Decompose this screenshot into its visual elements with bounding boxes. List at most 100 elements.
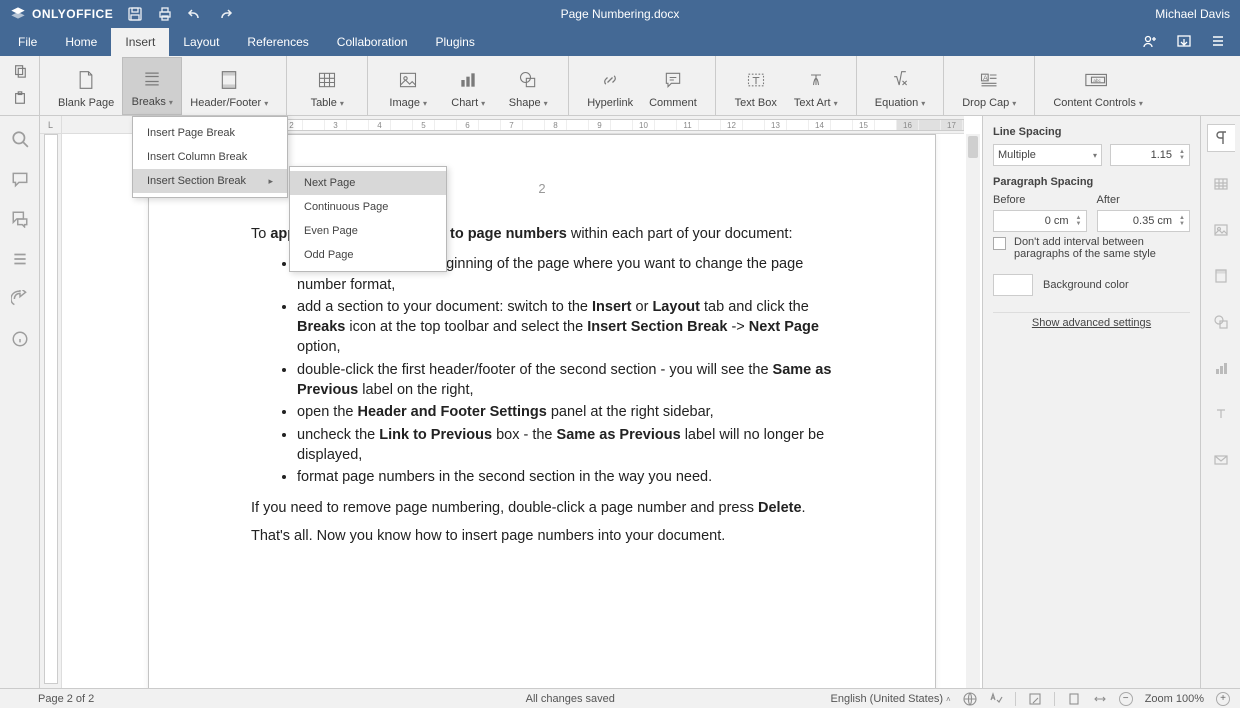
svg-text:A: A xyxy=(983,75,988,82)
blank-page-button[interactable]: Blank Page xyxy=(50,57,122,115)
drop-cap-button[interactable]: A Drop Cap▾ xyxy=(954,57,1024,115)
about-icon[interactable] xyxy=(11,330,29,348)
document-canvas[interactable]: 2 To apply different formatting to page … xyxy=(62,134,982,688)
insert-section-break-item[interactable]: Insert Section Break▸ xyxy=(133,169,287,193)
undo-icon[interactable] xyxy=(187,6,203,22)
zoom-level[interactable]: Zoom 100% xyxy=(1145,693,1204,705)
share-icon[interactable] xyxy=(1142,33,1158,52)
breaks-button[interactable]: Breaks▾ xyxy=(122,57,182,115)
scrollbar-thumb[interactable] xyxy=(968,136,978,158)
paragraph-settings-tab[interactable] xyxy=(1207,124,1235,152)
equation-button[interactable]: Equation▾ xyxy=(867,57,933,115)
page-content[interactable]: To apply different formatting to page nu… xyxy=(149,196,935,546)
section-break-submenu: Next Page Continuous Page Even Page Odd … xyxy=(289,166,447,272)
chart-settings-tab[interactable] xyxy=(1207,354,1235,382)
tab-plugins[interactable]: Plugins xyxy=(422,28,489,56)
table-settings-tab[interactable] xyxy=(1207,170,1235,198)
insert-ribbon: Blank Page Breaks▾ Header/Footer▾ Table▾… xyxy=(0,56,1240,116)
continuous-page-item[interactable]: Continuous Page xyxy=(290,195,446,219)
comment-button[interactable]: Comment xyxy=(641,57,705,115)
image-settings-tab[interactable] xyxy=(1207,216,1235,244)
fit-width-icon[interactable] xyxy=(1093,692,1107,706)
comments-icon[interactable] xyxy=(11,170,29,188)
user-name[interactable]: Michael Davis xyxy=(930,7,1230,21)
tab-references[interactable]: References xyxy=(233,28,322,56)
fit-page-icon[interactable] xyxy=(1067,692,1081,706)
navigation-icon[interactable] xyxy=(11,250,29,268)
odd-page-item[interactable]: Odd Page xyxy=(290,243,446,267)
chat-icon[interactable] xyxy=(11,210,29,228)
set-doc-language-icon[interactable] xyxy=(963,692,977,706)
save-icon[interactable] xyxy=(127,6,143,22)
chart-button[interactable]: Chart▾ xyxy=(438,57,498,115)
document-title: Page Numbering.docx xyxy=(310,7,930,21)
text-art-button[interactable]: Text Art▾ xyxy=(786,57,846,115)
list-item: format page numbers in the second sectio… xyxy=(297,467,833,487)
paste-icon[interactable] xyxy=(12,91,28,108)
page-info[interactable]: Page 2 of 2 xyxy=(10,693,310,705)
mail-merge-tab[interactable] xyxy=(1207,446,1235,474)
text-art-settings-tab[interactable] xyxy=(1207,400,1235,428)
list-item: double-click the first header/footer of … xyxy=(297,360,833,401)
line-spacing-value-input[interactable]: 1.15▲▼ xyxy=(1110,144,1190,166)
image-button[interactable]: Image▾ xyxy=(378,57,438,115)
app-name: ONLYOFFICE xyxy=(32,7,113,21)
insert-page-break-item[interactable]: Insert Page Break xyxy=(133,121,287,145)
shape-button[interactable]: Shape▾ xyxy=(498,57,558,115)
insert-column-break-item[interactable]: Insert Column Break xyxy=(133,145,287,169)
print-icon[interactable] xyxy=(157,6,173,22)
line-spacing-mode-select[interactable]: Multiple▾ xyxy=(993,144,1102,166)
spellcheck-icon[interactable] xyxy=(989,692,1003,706)
vertical-ruler[interactable] xyxy=(40,134,62,688)
main-area: L 21234567891011121314151617 2 To apply … xyxy=(0,116,1240,688)
track-changes-icon[interactable] xyxy=(1028,692,1042,706)
content-controls-button[interactable]: abc Content Controls▾ xyxy=(1045,57,1151,115)
vertical-scrollbar[interactable] xyxy=(966,134,980,688)
submenu-arrow-icon: ▸ xyxy=(268,176,273,187)
document-area: L 21234567891011121314151617 2 To apply … xyxy=(40,116,982,688)
zoom-in-button[interactable]: + xyxy=(1216,692,1230,706)
checkbox-box[interactable] xyxy=(993,237,1006,250)
bg-color-label: Background color xyxy=(1043,279,1129,291)
tab-file[interactable]: File xyxy=(4,28,51,56)
before-input[interactable]: 0 cm▲▼ xyxy=(993,210,1087,232)
tab-collaboration[interactable]: Collaboration xyxy=(323,28,422,56)
ruler-corner[interactable]: L xyxy=(40,116,62,134)
language-selector[interactable]: English (United States)˄ xyxy=(831,693,951,705)
tab-home[interactable]: Home xyxy=(51,28,111,56)
advanced-settings-link[interactable]: Show advanced settings xyxy=(993,312,1190,329)
svg-text:abc: abc xyxy=(1093,78,1101,83)
same-style-checkbox[interactable]: Don't add interval between paragraphs of… xyxy=(993,236,1190,260)
text-box-button[interactable]: Text Box xyxy=(726,57,786,115)
before-label: Before xyxy=(993,194,1087,206)
next-page-item[interactable]: Next Page xyxy=(290,171,446,195)
left-tool-strip xyxy=(0,116,40,688)
header-footer-settings-tab[interactable] xyxy=(1207,262,1235,290)
document-page[interactable]: 2 To apply different formatting to page … xyxy=(148,134,936,688)
search-icon[interactable] xyxy=(11,130,29,148)
tab-insert[interactable]: Insert xyxy=(111,28,169,56)
list-item: uncheck the Link to Previous box - the S… xyxy=(297,425,833,466)
table-button[interactable]: Table▾ xyxy=(297,57,357,115)
after-input[interactable]: 0.35 cm▲▼ xyxy=(1097,210,1191,232)
right-panel: Line Spacing Multiple▾ 1.15▲▼ Paragraph … xyxy=(982,116,1240,688)
copy-icon[interactable] xyxy=(12,64,28,81)
hamburger-icon[interactable] xyxy=(1210,33,1226,52)
zoom-out-button[interactable]: − xyxy=(1119,692,1133,706)
bg-color-swatch[interactable] xyxy=(993,274,1033,296)
app-logo: ONLYOFFICE xyxy=(10,6,113,22)
tab-layout[interactable]: Layout xyxy=(169,28,233,56)
title-bar: ONLYOFFICE Page Numbering.docx Michael D… xyxy=(0,0,1240,28)
hyperlink-button[interactable]: Hyperlink xyxy=(579,57,641,115)
after-label: After xyxy=(1097,194,1191,206)
paragraph-spacing-label: Paragraph Spacing xyxy=(993,176,1190,188)
even-page-item[interactable]: Even Page xyxy=(290,219,446,243)
shape-settings-tab[interactable] xyxy=(1207,308,1235,336)
breaks-dropdown: Insert Page Break Insert Column Break In… xyxy=(132,116,288,198)
open-location-icon[interactable] xyxy=(1176,33,1192,52)
status-bar: Page 2 of 2 All changes saved English (U… xyxy=(0,688,1240,708)
header-footer-button[interactable]: Header/Footer▾ xyxy=(182,57,276,115)
feedback-icon[interactable] xyxy=(11,290,29,308)
save-status: All changes saved xyxy=(310,693,831,705)
redo-icon[interactable] xyxy=(217,6,233,22)
